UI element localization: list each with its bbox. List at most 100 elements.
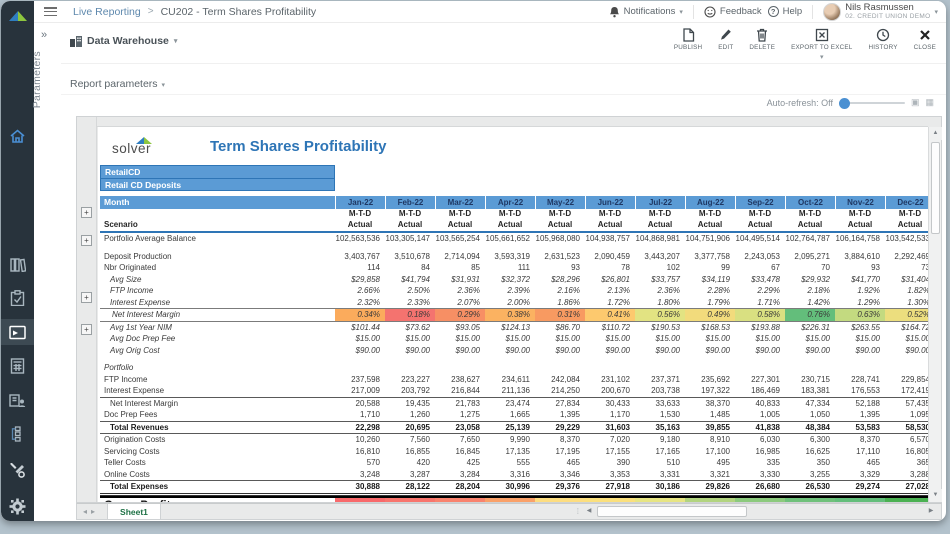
- scrollbar-track[interactable]: [595, 505, 925, 518]
- table-cell: $41,770: [835, 274, 885, 286]
- table-cell: 99: [685, 262, 735, 274]
- documents-user-icon[interactable]: [1, 387, 34, 413]
- checkbox-icon[interactable]: ▣: [911, 97, 920, 108]
- notifications-menu[interactable]: Notifications ▾: [609, 6, 683, 18]
- clipboard-check-icon[interactable]: [1, 285, 34, 311]
- table-cell: 26,530: [785, 481, 835, 493]
- slider-knob[interactable]: [839, 98, 850, 109]
- sheet-nav-arrows[interactable]: ◂▸: [83, 507, 99, 516]
- history-button[interactable]: HISTORY: [868, 28, 897, 61]
- table-cell: 425: [435, 457, 485, 469]
- help-button[interactable]: ? Help: [768, 6, 803, 17]
- auto-refresh-slider[interactable]: [839, 98, 905, 108]
- user-menu[interactable]: Nils Rasmussen 02. CREDIT UNION DEMO ▾: [823, 3, 938, 21]
- expand-group-button[interactable]: +: [81, 324, 92, 335]
- close-button[interactable]: CLOSE: [914, 28, 936, 61]
- vertical-scrollbar[interactable]: ▲ ▼: [928, 127, 941, 502]
- table-cell: $31,404: [885, 274, 928, 286]
- edit-button[interactable]: EDIT: [718, 28, 733, 61]
- table-cell: $90.00: [335, 345, 385, 357]
- splitter-handle[interactable]: ⁞: [577, 507, 579, 516]
- solver-logo-icon[interactable]: [1, 9, 34, 29]
- table-cell: 1.72%: [585, 297, 635, 309]
- table-cell: 0.58%: [735, 309, 785, 321]
- table-cell: 16,625: [785, 446, 835, 458]
- settings-gear-icon[interactable]: [1, 493, 34, 519]
- table-cell: $15.00: [535, 333, 585, 345]
- table-cell: 47,334: [785, 398, 835, 410]
- table-cell: 227,301: [735, 374, 785, 386]
- table-row: Nbr Originated11484851119378102996770937…: [100, 262, 928, 274]
- report-title: Term Shares Profitability: [210, 138, 386, 155]
- expand-group-button[interactable]: +: [81, 292, 92, 303]
- scroll-up-icon[interactable]: ▲: [929, 127, 942, 140]
- table-cell: 3,316: [485, 469, 535, 481]
- table-cell: 58,530: [885, 422, 928, 434]
- table-cell: $15.00: [485, 333, 535, 345]
- report-table: MonthJan-22Feb-22Mar-22Apr-22May-22Jun-2…: [100, 196, 928, 502]
- table-row: Teller Costs5704204255554653905104953353…: [100, 457, 928, 469]
- table-cell: 234,611: [485, 374, 535, 386]
- table-cell: 20,695: [385, 422, 435, 434]
- table-cell: 9,180: [635, 434, 685, 446]
- table-cell: Month: [100, 196, 335, 209]
- collapse-panel-button[interactable]: »: [41, 29, 47, 41]
- calculator-icon[interactable]: [1, 353, 34, 379]
- sheet-canvas: solver Term Shares Profitability RetailC…: [98, 127, 928, 502]
- scroll-right-icon[interactable]: ▶: [925, 505, 937, 518]
- table-cell: $33,478: [735, 274, 785, 286]
- expand-group-button[interactable]: +: [81, 235, 92, 246]
- horizontal-scrollbar[interactable]: ⁞ ◀ ▶: [577, 504, 941, 519]
- filter-cell: RetailCD: [100, 165, 335, 178]
- scrollbar-thumb[interactable]: [931, 142, 940, 234]
- table-cell: 200,670: [585, 385, 635, 397]
- table-row: Doc Prep Fees1,7101,2601,2751,6651,3951,…: [100, 409, 928, 421]
- table-cell: $110.72: [585, 322, 635, 334]
- home-icon[interactable]: [1, 123, 34, 149]
- table-cell: 2.36%: [635, 285, 685, 297]
- library-icon[interactable]: [1, 251, 34, 277]
- report-parameters-toggle[interactable]: Report parameters▾: [70, 78, 165, 90]
- table-cell: 57,435: [885, 398, 928, 410]
- table-cell: Oct-22: [785, 196, 835, 209]
- breadcrumb-module[interactable]: Live Reporting: [73, 6, 141, 18]
- table-cell: 217,009: [335, 385, 385, 397]
- expand-group-button[interactable]: +: [81, 207, 92, 218]
- delete-button[interactable]: DELETE: [749, 28, 775, 61]
- sheet-tab[interactable]: Sheet1: [107, 504, 161, 519]
- table-cell: 3,331: [635, 469, 685, 481]
- grid-view-icon[interactable]: ▦: [925, 97, 934, 108]
- scroll-left-icon[interactable]: ◀: [583, 505, 595, 518]
- table-cell: 85: [435, 262, 485, 274]
- table-cell: 2.16%: [535, 285, 585, 297]
- table-cell: Gross Profit: [100, 498, 335, 503]
- hamburger-menu-icon[interactable]: [44, 7, 57, 16]
- table-cell: Doc Prep Fees: [100, 409, 335, 421]
- parameters-panel-collapsed[interactable]: Parameters: [31, 51, 43, 108]
- live-reporting-icon[interactable]: [1, 319, 34, 345]
- scroll-down-icon[interactable]: ▼: [929, 489, 942, 502]
- publish-button[interactable]: PUBLISH: [674, 28, 702, 61]
- app-window: Live Reporting > CU202 - Term Shares Pro…: [1, 1, 946, 521]
- table-cell: 2.29%: [735, 285, 785, 297]
- table-cell: 29,376: [535, 481, 585, 493]
- table-cell: 17,110: [835, 446, 885, 458]
- table-cell: 8,370: [835, 434, 885, 446]
- table-cell: Avg 1st Year NIM: [100, 322, 335, 334]
- top-bar: Live Reporting > CU202 - Term Shares Pro…: [34, 1, 946, 23]
- table-cell: $90.00: [835, 345, 885, 357]
- table-cell: 2.39%: [485, 285, 535, 297]
- table-cell: Sep-22: [735, 196, 785, 209]
- hierarchy-icon[interactable]: [1, 421, 34, 447]
- scrollbar-thumb[interactable]: [597, 506, 747, 517]
- table-row: Avg Size$29,858$41,794$31,931$32,372$28,…: [100, 274, 928, 286]
- table-cell: FTP Income: [100, 374, 335, 386]
- table-cell: 29,826: [685, 481, 735, 493]
- data-source-selector[interactable]: Data Warehouse ▾: [70, 35, 177, 47]
- tools-icon[interactable]: [1, 457, 34, 483]
- table-cell: 1.42%: [785, 297, 835, 309]
- export-to-excel-button[interactable]: EXPORT TO EXCEL ▾: [791, 28, 852, 61]
- table-cell: $168.53: [685, 322, 735, 334]
- feedback-button[interactable]: Feedback: [704, 6, 762, 18]
- table-row: Interest Expense2.32%2.33%2.07%2.00%1.86…: [100, 297, 928, 309]
